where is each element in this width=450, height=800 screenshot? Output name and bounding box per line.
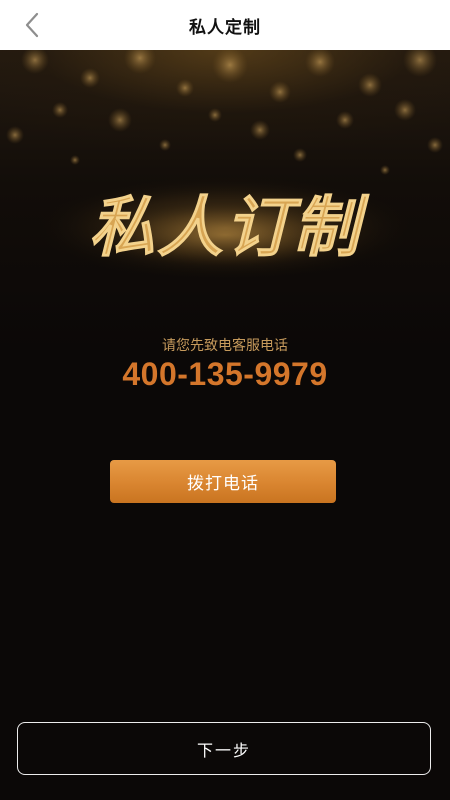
- bokeh-background: 私人订制: [6, 50, 443, 283]
- navigation-bar: 私人定制: [0, 0, 450, 50]
- calligraphy-logo: 私人订制: [89, 188, 370, 267]
- phone-number: 400-135-9979: [122, 356, 328, 392]
- page-title: 私人定制: [189, 17, 261, 38]
- service-hint-text: 请您先致电客服电话: [162, 338, 288, 354]
- call-button[interactable]: 拨打电话: [110, 460, 336, 503]
- screen: 私人定制 私人订制 请您先致电客服电话 400-135-9979 拨打电话 下一…: [0, 0, 450, 800]
- chevron-left-icon: [25, 12, 39, 38]
- next-step-button[interactable]: 下一步: [17, 722, 431, 775]
- calligraphy-title: 私人订制: [89, 188, 370, 266]
- hero-banner: 私人订制: [0, 50, 450, 350]
- back-button[interactable]: [18, 11, 46, 39]
